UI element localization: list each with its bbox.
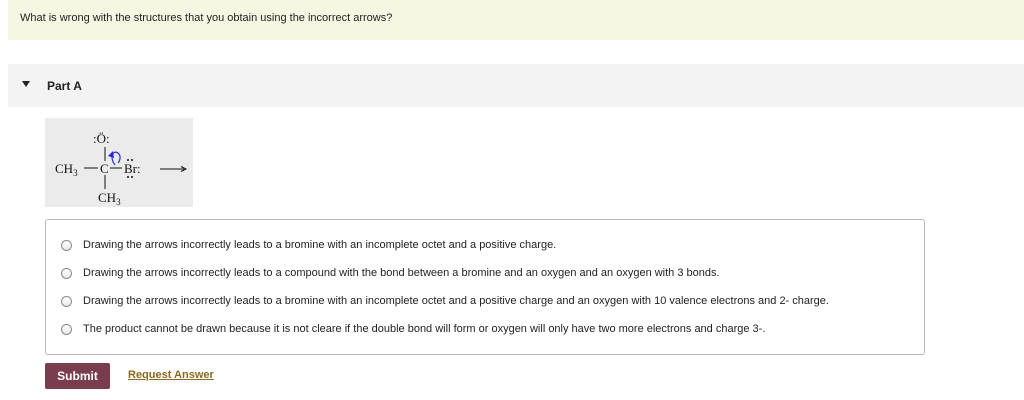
oxygen-atom: :Ö:: [93, 131, 110, 146]
curved-arrow-head-icon: [108, 151, 114, 158]
lone-pair-dot: [127, 176, 129, 178]
option-label: The product cannot be drawn because it i…: [83, 323, 766, 335]
option-label: Drawing the arrows incorrectly leads to …: [83, 239, 557, 251]
submit-button[interactable]: Submit: [45, 363, 110, 389]
option-label: Drawing the arrows incorrectly leads to …: [83, 295, 829, 307]
option-2[interactable]: Drawing the arrows incorrectly leads to …: [61, 265, 720, 281]
central-carbon: C: [100, 161, 109, 176]
part-header[interactable]: Part A: [8, 64, 1024, 107]
left-methyl-group: CH3: [55, 161, 78, 178]
lone-pair-dot: [127, 159, 129, 161]
radio-button[interactable]: [61, 239, 72, 251]
option-3[interactable]: Drawing the arrows incorrectly leads to …: [61, 293, 829, 309]
radio-button[interactable]: [61, 267, 72, 279]
structure-drawing: :Ö: CH3 C Br: CH3: [55, 131, 188, 207]
structure-image: :Ö: CH3 C Br: CH3: [45, 118, 193, 207]
answer-options: Drawing the arrows incorrectly leads to …: [45, 219, 925, 355]
request-answer-link[interactable]: Request Answer: [128, 369, 214, 381]
radio-button[interactable]: [61, 323, 72, 335]
lone-pair-dot: [131, 176, 133, 178]
part-title: Part A: [47, 79, 82, 93]
question-text: What is wrong with the structures that y…: [20, 12, 393, 24]
bromine-atom: Br:: [124, 161, 141, 176]
question-banner: What is wrong with the structures that y…: [8, 0, 1024, 40]
option-label: Drawing the arrows incorrectly leads to …: [83, 267, 720, 279]
radio-button[interactable]: [61, 295, 72, 307]
caret-down-icon[interactable]: [22, 81, 30, 87]
bottom-methyl-group: CH3: [98, 190, 121, 207]
option-4[interactable]: The product cannot be drawn because it i…: [61, 321, 765, 337]
lone-pair-dot: [131, 159, 133, 161]
option-1[interactable]: Drawing the arrows incorrectly leads to …: [61, 237, 556, 253]
